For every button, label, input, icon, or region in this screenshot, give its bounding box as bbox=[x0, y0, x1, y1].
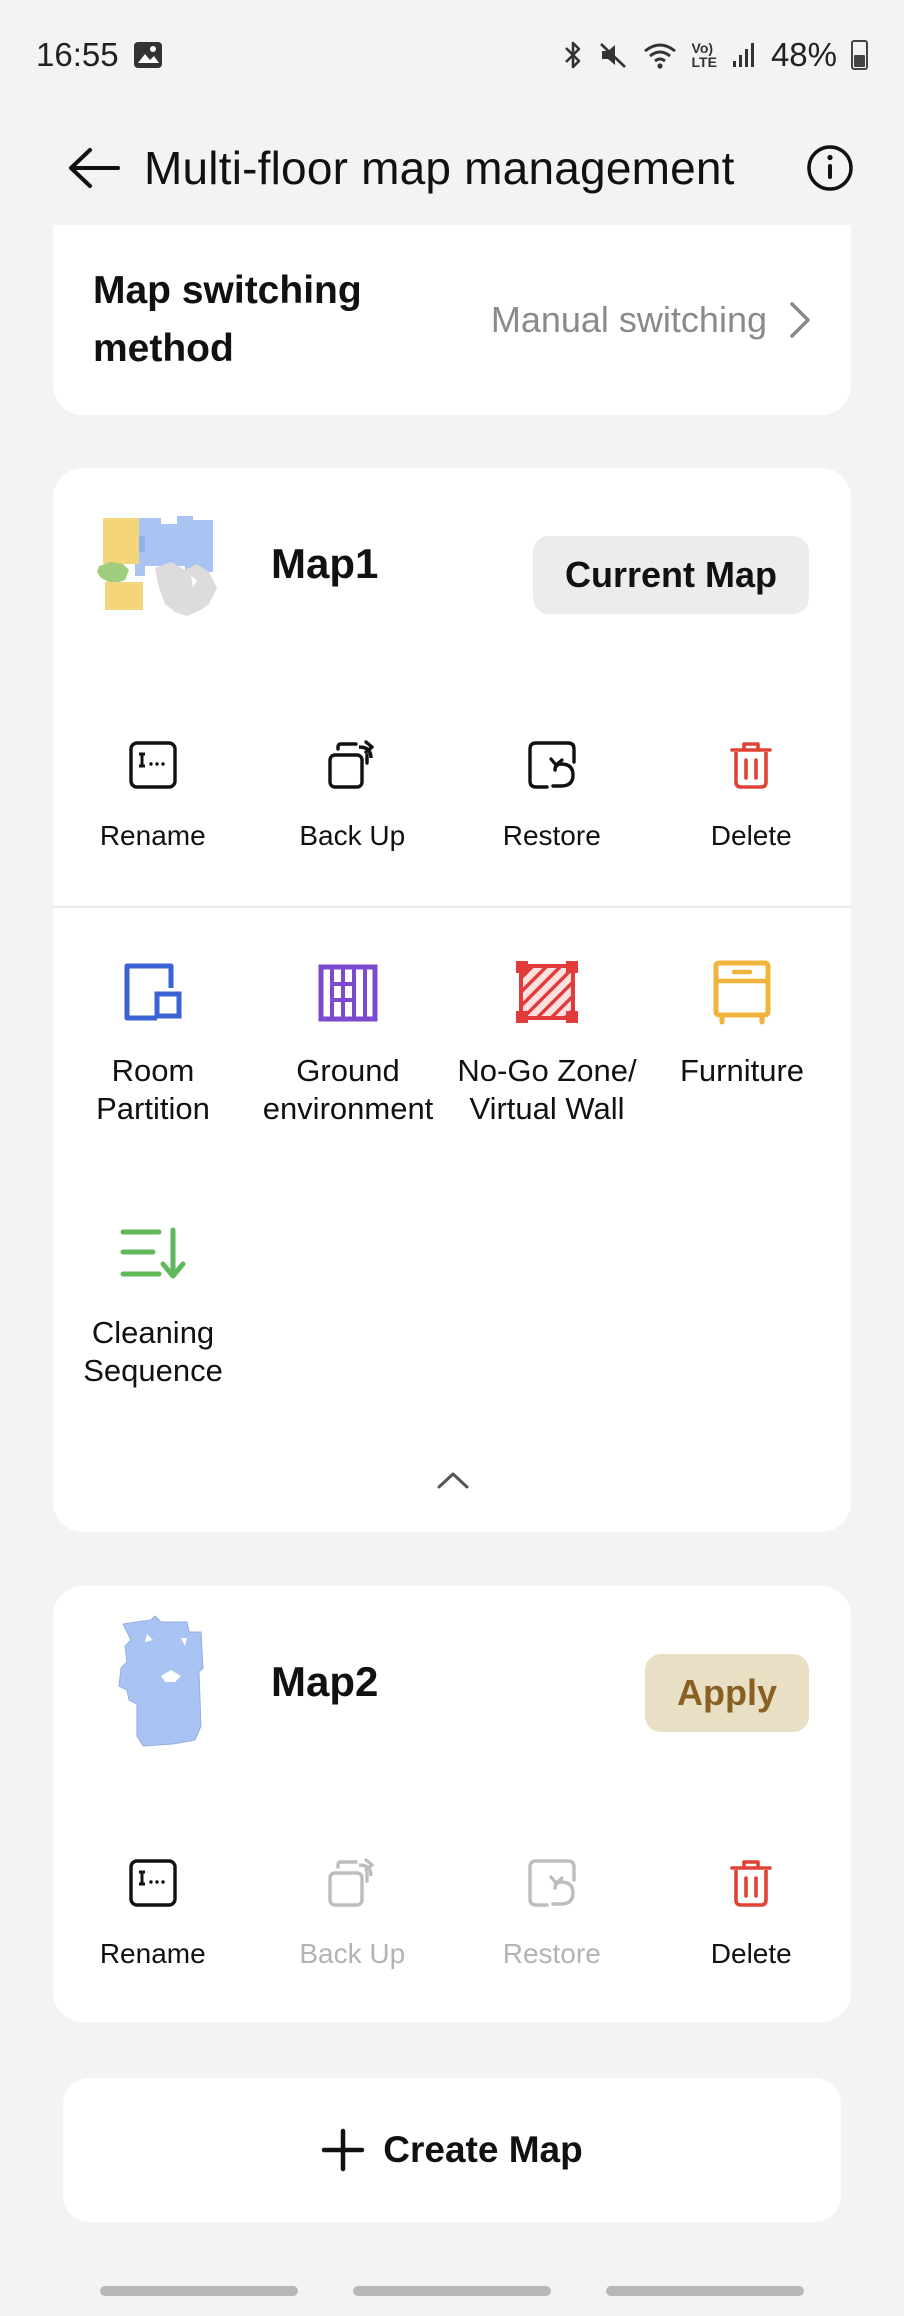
action-label: Restore bbox=[502, 1938, 601, 1969]
map2-thumbnail[interactable] bbox=[89, 1610, 239, 1760]
tool-label: Furniture bbox=[679, 1053, 805, 1088]
action-label: Back Up bbox=[299, 1938, 406, 1969]
current-map-badge[interactable]: Current Map bbox=[532, 536, 809, 614]
map2-name: Map2 bbox=[271, 1658, 379, 1705]
map1-action-row: Rename Back Up Restore Delete bbox=[53, 730, 851, 852]
restore-icon bbox=[528, 1859, 576, 1907]
restore-icon bbox=[528, 741, 576, 789]
furniture-icon bbox=[713, 960, 771, 1025]
status-time: 16:55 bbox=[36, 36, 119, 73]
trash-icon bbox=[730, 742, 773, 789]
no-go-zone-icon bbox=[516, 961, 578, 1023]
signal-icon bbox=[731, 41, 757, 69]
volte-bottom: LTE bbox=[691, 54, 717, 70]
info-button[interactable] bbox=[800, 138, 860, 198]
map2-rename-button[interactable]: Rename bbox=[53, 1848, 253, 1970]
ground-environment-button[interactable]: Ground environment bbox=[248, 956, 448, 1128]
map2-backup-button: Back Up bbox=[253, 1848, 453, 1970]
map1-backup-button[interactable]: Back Up bbox=[253, 730, 453, 852]
map1-divider bbox=[53, 906, 851, 908]
tool-label: Ground environment bbox=[262, 1053, 434, 1126]
tool-label: No-Go Zone/Virtual Wall bbox=[457, 1053, 637, 1126]
rename-icon bbox=[129, 1859, 177, 1907]
volte-top: Vo) bbox=[691, 40, 714, 56]
action-label: Rename bbox=[99, 1938, 206, 1969]
map1-delete-button[interactable]: Delete bbox=[652, 730, 852, 852]
wifi-icon bbox=[642, 40, 678, 70]
battery-percent: 48% bbox=[770, 36, 837, 73]
nav-back-button[interactable] bbox=[606, 2286, 804, 2296]
status-right: Vo) LTE 48% bbox=[562, 36, 868, 74]
map-switching-value-text: Manual switching bbox=[490, 299, 767, 340]
cleaning-sequence-button[interactable]: Cleaning Sequence bbox=[53, 1218, 253, 1390]
map1-rename-button[interactable]: Rename bbox=[53, 730, 253, 852]
status-left: 16:55 bbox=[36, 36, 163, 74]
ground-environment-icon bbox=[318, 964, 378, 1022]
nav-home-button[interactable] bbox=[353, 2286, 551, 2296]
image-icon bbox=[133, 41, 163, 69]
map2-action-row: Rename Back Up Restore Delete bbox=[53, 1848, 851, 1970]
apply-button[interactable]: Apply bbox=[645, 1654, 809, 1732]
mute-icon bbox=[598, 40, 628, 70]
backup-icon bbox=[328, 740, 374, 789]
room-partition-icon bbox=[124, 963, 182, 1021]
volte-icon: Vo) LTE bbox=[692, 41, 717, 69]
chevron-up-icon bbox=[437, 1472, 469, 1489]
map-switching-card[interactable]: Map switching method Manual switching bbox=[53, 225, 851, 415]
map2-restore-button: Restore bbox=[452, 1848, 652, 1970]
map-switching-value[interactable]: Manual switching bbox=[433, 299, 811, 341]
map2-header: Map2 Apply bbox=[53, 1586, 851, 1806]
nav-recent-button[interactable] bbox=[100, 2286, 298, 2296]
action-label: Rename bbox=[99, 820, 206, 851]
map1-restore-button[interactable]: Restore bbox=[452, 730, 652, 852]
collapse-button[interactable] bbox=[423, 1460, 483, 1500]
action-label: Restore bbox=[502, 820, 601, 851]
room-partition-button[interactable]: Room Partition bbox=[53, 956, 253, 1128]
rename-icon bbox=[129, 741, 177, 789]
action-label: Back Up bbox=[299, 820, 406, 851]
tool-label: Cleaning Sequence bbox=[83, 1315, 223, 1388]
map2-card: Map2 Apply Rename Back Up Restore Delete bbox=[53, 1586, 851, 2022]
back-arrow-icon bbox=[69, 147, 120, 188]
map1-card: Map1 Current Map Rename Back Up Restore bbox=[53, 468, 851, 1532]
no-go-zone-button[interactable]: No-Go Zone/Virtual Wall bbox=[447, 956, 647, 1128]
furniture-button[interactable]: Furniture bbox=[642, 956, 842, 1090]
status-bar: 16:55 Vo) LTE 48% bbox=[0, 0, 904, 110]
map1-header: Map1 Current Map bbox=[53, 468, 851, 688]
map1-name: Map1 bbox=[271, 540, 379, 587]
create-map-label: Create Map bbox=[383, 2129, 583, 2170]
map1-thumbnail[interactable] bbox=[89, 492, 239, 642]
page-title: Multi-floor map management bbox=[144, 141, 735, 194]
trash-icon bbox=[730, 1860, 773, 1907]
plus-icon bbox=[322, 2128, 365, 2172]
battery-icon bbox=[851, 40, 868, 70]
tool-label: Room Partition bbox=[96, 1053, 210, 1126]
chevron-right-icon bbox=[790, 302, 810, 338]
app-header: Multi-floor map management bbox=[0, 110, 904, 225]
cleaning-sequence-icon bbox=[120, 1227, 186, 1279]
map-switching-label: Map switching method bbox=[93, 269, 362, 370]
action-label: Delete bbox=[710, 820, 792, 851]
bluetooth-icon bbox=[562, 40, 584, 70]
info-icon bbox=[807, 144, 853, 191]
action-label: Delete bbox=[710, 1938, 792, 1969]
map2-delete-button[interactable]: Delete bbox=[652, 1848, 852, 1970]
backup-icon bbox=[328, 1858, 374, 1907]
create-map-button[interactable]: Create Map bbox=[63, 2078, 841, 2222]
back-button[interactable] bbox=[64, 138, 124, 198]
system-nav-bar bbox=[0, 2286, 904, 2296]
